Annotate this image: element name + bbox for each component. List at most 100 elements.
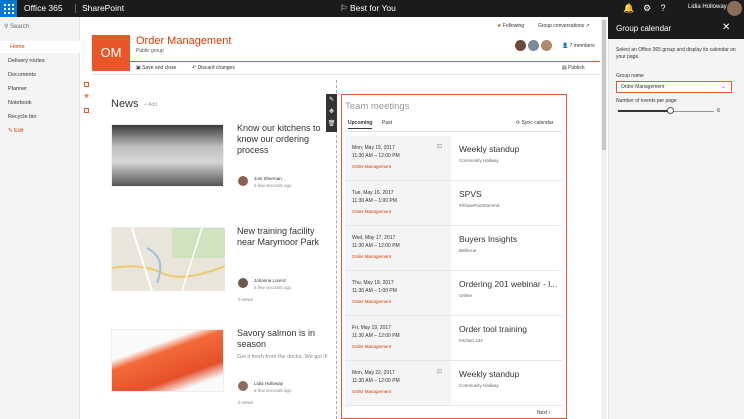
- events-per-page-label: Number of events per page: [616, 98, 677, 104]
- layout-icon[interactable]: [84, 82, 89, 87]
- publish-label: Publish: [568, 65, 585, 71]
- news-date: a few seconds ago: [254, 183, 292, 188]
- event-time: 11:30 AM – 12:00 PM: [352, 333, 400, 339]
- search-input[interactable]: Search: [10, 24, 29, 30]
- event-item[interactable]: Tue, May 16, 2017 11:30 AM – 1:00 PM Orde…: [345, 181, 562, 226]
- event-group[interactable]: Order Management: [352, 254, 391, 259]
- members-label: 7 members: [569, 43, 595, 49]
- nav-item-recycle-bin[interactable]: Recycle bin: [0, 111, 80, 123]
- add-to-calendar-icon[interactable]: ⊡: [437, 143, 442, 150]
- news-date: a few seconds ago: [254, 388, 292, 393]
- delete-icon[interactable]: [84, 108, 89, 113]
- gear-icon[interactable]: ⚙: [640, 2, 654, 15]
- tab-upcoming[interactable]: Upcoming: [348, 120, 373, 129]
- suite-bar: Office 365 SharePoint ⚐ Best for You 🔔 ⚙…: [0, 0, 744, 17]
- event-item[interactable]: Thu, May 18, 2017 11:30 AM – 1:00 PM Orde…: [345, 271, 562, 316]
- following-button[interactable]: ★ Following: [497, 23, 524, 29]
- event-group[interactable]: Order Management: [352, 164, 391, 169]
- event-title[interactable]: Order tool training: [459, 324, 559, 334]
- office365-link[interactable]: Office 365: [24, 3, 63, 13]
- group-name-dropdown[interactable]: Order Management ⌄: [616, 81, 732, 93]
- close-icon[interactable]: ✕: [722, 22, 730, 33]
- author-avatar: [238, 278, 248, 288]
- next-page-button[interactable]: Next ›: [537, 410, 550, 416]
- edit-webpart-icon[interactable]: ✎: [326, 94, 337, 106]
- event-day: Thu, May 18, 2017: [352, 280, 394, 286]
- event-date: Thu, May 18, 2017 11:30 AM – 1:00 PM: [352, 279, 397, 295]
- member-avatar[interactable]: [515, 40, 526, 51]
- notification-bell-icon[interactable]: 🔔: [622, 2, 636, 15]
- group-conversations-link[interactable]: Group conversations ↗: [538, 23, 590, 29]
- move-icon[interactable]: ✥: [84, 94, 89, 100]
- event-date: Mon, May 22, 2017 11:30 AM – 12:00 PM: [352, 369, 400, 385]
- news-views: 0 views: [238, 297, 254, 302]
- news-item-title[interactable]: New training facility near Marymoor Park: [237, 226, 329, 248]
- event-location: Bellevue: [459, 248, 477, 253]
- search-box[interactable]: ⚲ Search: [4, 23, 78, 33]
- author-avatar: [238, 176, 248, 186]
- move-webpart-icon[interactable]: ✥: [326, 106, 337, 118]
- sync-calendar-button[interactable]: ⟳ Sync calendar: [516, 120, 553, 126]
- add-to-calendar-icon[interactable]: ⊡: [437, 368, 442, 375]
- event-location: Kitchen 234: [459, 338, 483, 343]
- save-label: Save and close: [142, 65, 177, 71]
- person-icon: 👤: [562, 43, 570, 49]
- tenant-brand: ⚐ Best for You: [340, 3, 396, 14]
- chevron-right-icon: ›: [547, 410, 551, 416]
- event-title[interactable]: Buyers Insights: [459, 234, 559, 244]
- news-thumbnail-map[interactable]: [111, 227, 226, 292]
- event-group[interactable]: Order Management: [352, 209, 391, 214]
- event-item[interactable]: Fri, May 19, 2017 11:30 AM – 12:00 PM Ord…: [345, 316, 562, 361]
- nav-edit-link[interactable]: ✎ Edit: [0, 125, 80, 137]
- news-title: News: [111, 98, 139, 110]
- property-pane-title: Group calendar: [616, 24, 672, 33]
- event-item[interactable]: Wed, May 17, 2017 11:30 AM – 12:00 PM Ord…: [345, 226, 562, 271]
- nav-item-planner[interactable]: Planner: [0, 83, 80, 95]
- next-label: Next: [537, 410, 548, 416]
- event-title[interactable]: Weekly standup: [459, 369, 559, 379]
- nav-item-home[interactable]: Home: [0, 41, 80, 53]
- author-avatar: [238, 381, 248, 391]
- nav-item-delivery-routes[interactable]: Delivery routes: [0, 55, 80, 67]
- event-time: 11:30 AM – 1:00 PM: [352, 198, 397, 204]
- group-name-value: Order Management: [621, 84, 665, 90]
- app-launcher-icon[interactable]: [0, 0, 17, 17]
- publish-button[interactable]: ▤ Publish: [562, 65, 585, 71]
- event-title[interactable]: Weekly standup: [459, 144, 559, 154]
- event-date: Mon, May 15, 2017 11:30 AM – 12:00 PM: [352, 144, 400, 160]
- news-author: Joni Sherman: [254, 176, 282, 181]
- member-avatar[interactable]: [528, 40, 539, 51]
- nav-item-documents[interactable]: Documents: [0, 69, 80, 81]
- event-title[interactable]: SPVS: [459, 189, 559, 199]
- news-thumbnail-kitchen[interactable]: [111, 124, 224, 187]
- avatar[interactable]: [727, 1, 742, 16]
- add-news-button[interactable]: + Add: [144, 102, 157, 108]
- event-title[interactable]: Ordering 201 webinar - l...: [459, 279, 559, 289]
- nav-item-notebook[interactable]: Notebook: [0, 97, 80, 109]
- command-bar: ▣ Save and close ↶ Discard changes ▤ Pub…: [92, 62, 600, 75]
- delete-webpart-icon[interactable]: 🗑: [326, 118, 337, 130]
- event-group[interactable]: Order Management: [352, 299, 391, 304]
- event-group[interactable]: Order Management: [352, 389, 391, 394]
- event-time: 11:30 AM – 12:00 PM: [352, 243, 400, 249]
- members-link[interactable]: 👤 7 members: [562, 43, 595, 49]
- event-location: Online: [459, 293, 473, 298]
- event-group[interactable]: Order Management: [352, 344, 391, 349]
- event-time: 11:30 AM – 12:00 PM: [352, 378, 400, 384]
- member-avatar[interactable]: [541, 40, 552, 51]
- news-item-title[interactable]: Know our kitchens to know our ordering p…: [237, 123, 329, 156]
- news-description: Get it fresh from the docks. We got it!: [237, 354, 328, 360]
- save-and-close-button[interactable]: ▣ Save and close: [136, 65, 176, 71]
- event-item[interactable]: Mon, May 15, 2017 11:30 AM – 12:00 PM Ord…: [345, 136, 562, 181]
- news-item-title[interactable]: Savory salmon is in season: [237, 328, 329, 350]
- news-thumbnail-salmon[interactable]: [111, 329, 224, 392]
- help-icon[interactable]: ?: [656, 2, 670, 15]
- event-item[interactable]: Mon, May 22, 2017 11:30 AM – 12:00 PM Ord…: [345, 361, 562, 406]
- scrollbar-thumb[interactable]: [602, 20, 606, 150]
- chevron-down-icon: ⌄: [720, 84, 726, 90]
- site-title[interactable]: Order Management: [136, 35, 231, 47]
- tab-past[interactable]: Past: [382, 120, 392, 126]
- user-name[interactable]: Lidia Holloway: [688, 4, 727, 10]
- discard-changes-button[interactable]: ↶ Discard changes: [192, 65, 235, 71]
- sharepoint-link[interactable]: SharePoint: [82, 3, 124, 13]
